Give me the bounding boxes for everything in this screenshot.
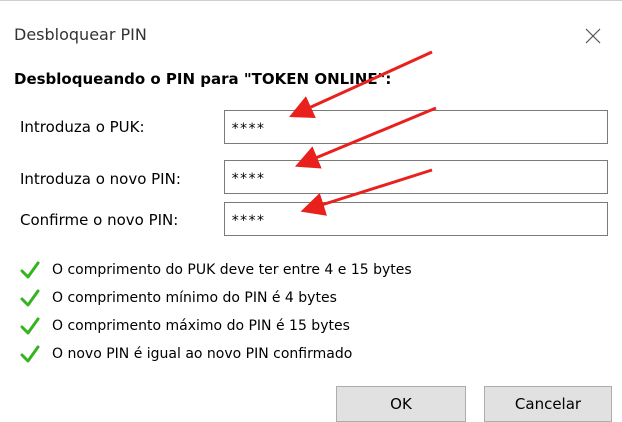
check-text: O comprimento mínimo do PIN é 4 bytes: [52, 290, 337, 306]
puk-label: Introduza o PUK:: [20, 118, 145, 136]
cancel-button[interactable]: Cancelar: [484, 386, 612, 422]
checkmark-icon: [20, 317, 40, 335]
check-puk-length: O comprimento do PUK deve ter entre 4 e …: [20, 259, 412, 281]
title-bar: Desbloquear PIN: [0, 1, 622, 61]
check-pin-max-length: O comprimento máximo do PIN é 15 bytes: [20, 315, 350, 337]
checkmark-icon: [20, 289, 40, 307]
window-title: Desbloquear PIN: [14, 25, 147, 44]
checkmark-icon: [20, 261, 40, 279]
check-pin-min-length: O comprimento mínimo do PIN é 4 bytes: [20, 287, 337, 309]
confirm-pin-input[interactable]: [224, 202, 608, 236]
close-icon[interactable]: [584, 27, 602, 45]
dialog-heading: Desbloqueando o PIN para "TOKEN ONLINE":: [14, 70, 392, 88]
check-text: O novo PIN é igual ao novo PIN confirmad…: [52, 346, 353, 362]
check-text: O comprimento do PUK deve ter entre 4 e …: [52, 262, 412, 278]
new-pin-label: Introduza o novo PIN:: [20, 170, 181, 188]
checkmark-icon: [20, 345, 40, 363]
new-pin-input[interactable]: [224, 160, 608, 194]
check-text: O comprimento máximo do PIN é 15 bytes: [52, 318, 350, 334]
ok-button[interactable]: OK: [336, 386, 466, 422]
confirm-pin-label: Confirme o novo PIN:: [20, 211, 179, 229]
puk-input[interactable]: [224, 110, 608, 144]
check-pin-match: O novo PIN é igual ao novo PIN confirmad…: [20, 343, 352, 365]
